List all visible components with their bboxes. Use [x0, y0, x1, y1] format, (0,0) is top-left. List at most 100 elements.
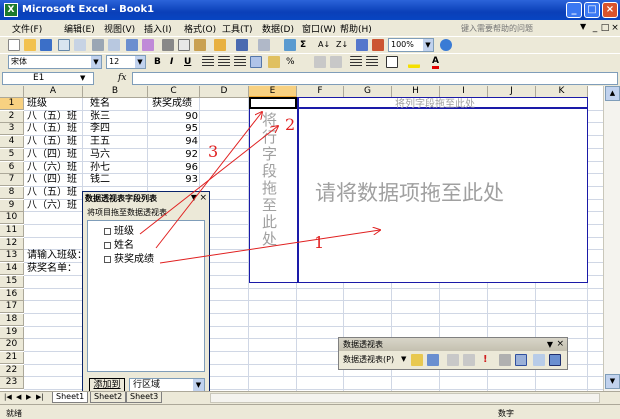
cell[interactable]: 八（五）班	[27, 187, 77, 199]
column-header-c[interactable]: C	[148, 86, 200, 98]
show-detail-icon[interactable]	[463, 354, 475, 366]
field-list-tree[interactable]: 班级 姓名 获奖成绩	[87, 220, 205, 372]
field-item-score[interactable]: 获奖成绩	[104, 254, 154, 266]
menu-insert[interactable]: 插入(I)	[144, 22, 172, 35]
cell[interactable]: 96	[150, 162, 198, 174]
currency-icon[interactable]	[268, 56, 280, 68]
row-header-10[interactable]: 10	[0, 212, 24, 225]
scroll-up-icon[interactable]: ▲	[605, 86, 620, 101]
pivot-row-drop-zone[interactable]: 将行字段拖至此处	[262, 112, 282, 248]
pivot-toolbar[interactable]: 数据透视表 ▼ × 数据透视表(P) ▼ !	[338, 337, 568, 370]
copy-icon[interactable]	[178, 39, 190, 51]
row-header-18[interactable]: 18	[0, 313, 24, 326]
row-header-11[interactable]: 11	[0, 225, 24, 237]
row-header-13[interactable]: 13	[0, 250, 24, 263]
sort-ascending-icon[interactable]: A↓	[318, 40, 330, 49]
row-header-20[interactable]: 20	[0, 339, 24, 352]
chart-wizard-icon[interactable]	[356, 39, 368, 51]
font-color-icon[interactable]: A	[432, 57, 439, 69]
cell[interactable]: 92	[150, 149, 198, 161]
cell[interactable]: 94	[150, 136, 198, 148]
pivot-column-drop-zone[interactable]: 将列字段拖至此处	[395, 95, 475, 110]
menu-data[interactable]: 数据(D)	[262, 22, 294, 35]
cell[interactable]: 姓名	[90, 98, 110, 110]
drawing-icon[interactable]	[372, 39, 384, 51]
minimize-button[interactable]: _	[566, 2, 582, 18]
pivot-data-drop-zone[interactable]: 请将数据项拖至此处	[315, 177, 504, 207]
row-header-15[interactable]: 15	[0, 275, 24, 288]
row-header-14[interactable]: 14	[0, 263, 24, 276]
help-search-input[interactable]	[458, 22, 578, 35]
row-header-21[interactable]: 21	[0, 352, 24, 364]
align-right-icon[interactable]	[234, 56, 246, 68]
cell[interactable]: 获奖成绩	[152, 98, 192, 110]
cell[interactable]: 八（五）班	[27, 123, 77, 135]
underline-button[interactable]: U	[184, 57, 191, 67]
decrease-decimal-icon[interactable]	[330, 56, 342, 68]
row-header-4[interactable]: 4	[0, 136, 24, 149]
row-header-16[interactable]: 16	[0, 288, 24, 301]
cell[interactable]: 李四	[90, 123, 110, 135]
refresh-icon[interactable]: !	[483, 354, 488, 365]
cell[interactable]: 90	[150, 111, 198, 123]
cell[interactable]: 八（六）班	[27, 162, 77, 174]
formula-input[interactable]	[132, 72, 618, 85]
first-sheet-icon[interactable]: |◀	[4, 393, 12, 401]
last-sheet-icon[interactable]: ▶|	[36, 393, 44, 401]
select-all-corner[interactable]	[0, 86, 24, 98]
sort-descending-icon[interactable]: Z↓	[336, 40, 348, 49]
sheet-tab-active[interactable]: Sheet1	[52, 392, 89, 403]
open-icon[interactable]	[24, 39, 36, 51]
format-painter-icon[interactable]	[214, 39, 226, 51]
column-header-a[interactable]: A	[24, 86, 83, 98]
sheet-tab[interactable]: Sheet2	[90, 392, 127, 403]
decrease-indent-icon[interactable]	[350, 56, 362, 68]
italic-button[interactable]: I	[170, 57, 173, 67]
table-options-icon[interactable]	[549, 354, 561, 366]
show-field-list-icon[interactable]	[533, 354, 545, 366]
bold-button[interactable]: B	[154, 57, 161, 67]
row-header-6[interactable]: 6	[0, 161, 24, 174]
pivot-table-menu[interactable]: 数据透视表(P)	[343, 354, 394, 365]
hyperlink-icon[interactable]	[284, 39, 296, 51]
increase-decimal-icon[interactable]	[314, 56, 326, 68]
cut-icon[interactable]	[162, 39, 174, 51]
font-size-select[interactable]: 12 ▼	[106, 55, 146, 69]
cell[interactable]: 93	[150, 174, 198, 186]
area-select[interactable]: 行区域 ▼	[129, 378, 205, 392]
row-header-2[interactable]: 2	[0, 110, 24, 123]
fx-icon[interactable]: fx	[118, 73, 126, 83]
doc-restore-button[interactable]: □	[600, 22, 610, 34]
format-report-icon[interactable]	[411, 354, 423, 366]
autosum-icon[interactable]: Σ	[300, 40, 306, 50]
email-icon[interactable]	[74, 39, 86, 51]
field-item-name[interactable]: 姓名	[104, 240, 134, 252]
increase-indent-icon[interactable]	[366, 56, 378, 68]
print-icon[interactable]	[92, 39, 104, 51]
menu-view[interactable]: 视图(V)	[104, 22, 135, 35]
row-header-7[interactable]: 7	[0, 174, 24, 187]
field-item-class[interactable]: 班级	[104, 226, 134, 238]
row-header-19[interactable]: 19	[0, 326, 24, 339]
field-settings-icon[interactable]	[515, 354, 527, 366]
cell[interactable]: 八（六）班	[27, 200, 77, 212]
row-header-17[interactable]: 17	[0, 301, 24, 314]
help-icon[interactable]	[440, 39, 452, 51]
include-hidden-icon[interactable]	[499, 354, 511, 366]
research-icon[interactable]	[142, 39, 154, 51]
pivot-chart-icon[interactable]	[427, 354, 439, 366]
cell[interactable]: 张三	[90, 111, 110, 123]
vertical-scrollbar[interactable]: ▲ ▼	[603, 86, 620, 391]
row-header-22[interactable]: 22	[0, 364, 24, 377]
menu-edit[interactable]: 编辑(E)	[64, 22, 95, 35]
cell[interactable]: 马六	[90, 149, 110, 161]
print-preview-icon[interactable]	[108, 39, 120, 51]
next-sheet-icon[interactable]: ▶	[26, 393, 31, 401]
cell[interactable]: 获奖名单：	[27, 263, 77, 275]
redo-icon[interactable]	[258, 39, 270, 51]
chevron-down-icon[interactable]: ▼	[547, 338, 553, 351]
menu-format[interactable]: 格式(O)	[184, 22, 216, 35]
row-header-23[interactable]: 23	[0, 377, 24, 390]
active-cell-e1[interactable]	[249, 97, 297, 109]
align-left-icon[interactable]	[202, 56, 214, 68]
